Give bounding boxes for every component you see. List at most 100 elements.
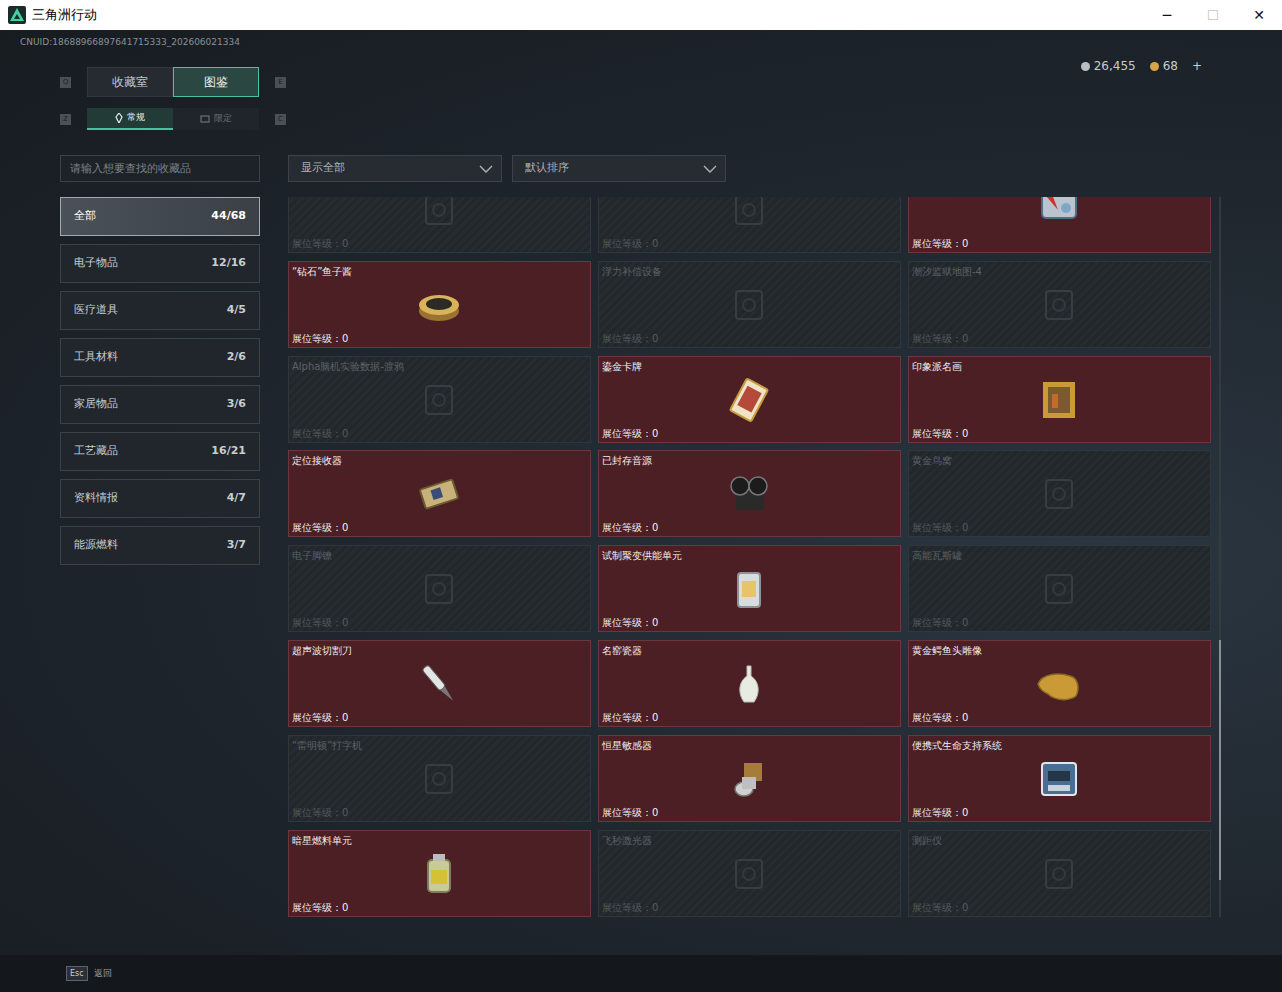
filter-dropdown[interactable]: 显示全部 <box>288 155 502 182</box>
tab-label: 图鉴 <box>204 73 228 91</box>
window-title: 三角洲行动 <box>32 5 1144 25</box>
item-name: 鎏金卡牌 <box>602 360 896 373</box>
title-bar: 三角洲行动─☐✕ <box>0 0 1282 30</box>
filter-dropdown[interactable]: 默认排序 <box>512 155 726 182</box>
item-stand-level: 展位等级：0 <box>292 237 586 250</box>
item-stand-level: 展位等级：0 <box>602 806 896 819</box>
item-name: 名窑瓷器 <box>602 644 896 657</box>
tab[interactable]: 限定 <box>173 108 259 130</box>
window-control[interactable]: ─ <box>1144 0 1190 30</box>
header-row: CNUID:18688966897641715333_2026060213342… <box>0 30 1282 67</box>
item-picture-icon <box>602 657 896 711</box>
item-picture-icon <box>292 278 586 332</box>
category-label: 工具材料 <box>74 349 118 366</box>
item-name: 潮汐监狱地图-4 <box>912 265 1206 278</box>
currency-item: 68 <box>1150 59 1178 73</box>
currency-amount: 26,455 <box>1094 59 1136 73</box>
collection-card[interactable]: 高能瓦斯罐展位等级：0 <box>908 545 1211 632</box>
collection-panel: 显示全部默认排序展位等级：0展位等级：0展位等级：0“钻石”鱼子酱展位等级：0浮… <box>288 155 1224 917</box>
scrollbar-thumb[interactable] <box>1219 640 1221 880</box>
esc-key[interactable]: Esc <box>66 966 88 981</box>
collection-card[interactable]: 飞秒激光器展位等级：0 <box>598 830 901 917</box>
item-name: 电子脚镣 <box>292 549 586 562</box>
item-stand-level: 展位等级：0 <box>292 427 586 440</box>
item-stand-level: 展位等级：0 <box>602 901 896 914</box>
item-stand-level: 展位等级：0 <box>602 237 896 250</box>
collection-card[interactable]: 恒星敏感器展位等级：0 <box>598 735 901 822</box>
collection-card[interactable]: 试制聚变供能单元展位等级：0 <box>598 545 901 632</box>
collection-card[interactable]: “雷明顿”打字机展位等级：0 <box>288 735 591 822</box>
collection-card[interactable]: 定位接收器展位等级：0 <box>288 450 591 537</box>
item-stand-level: 展位等级：0 <box>912 901 1206 914</box>
sidebar-item[interactable]: 资料情报4/7 <box>60 479 260 518</box>
collection-card[interactable]: 黄金鸟窝展位等级：0 <box>908 450 1211 537</box>
item-name: 黄金鸟窝 <box>912 454 1206 467</box>
sidebar-item[interactable]: 全部44/68 <box>60 197 260 236</box>
collection-grid: 展位等级：0展位等级：0展位等级：0“钻石”鱼子酱展位等级：0浮力补偿设备展位等… <box>288 197 1211 917</box>
collection-card[interactable]: 名窑瓷器展位等级：0 <box>598 640 901 727</box>
item-stand-level: 展位等级：0 <box>912 427 1206 440</box>
item-stand-level: 展位等级：0 <box>292 521 586 534</box>
item-picture-icon <box>292 562 586 616</box>
collection-card[interactable]: 浮力补偿设备展位等级：0 <box>598 261 901 348</box>
collection-card[interactable]: 便携式生命支持系统展位等级：0 <box>908 735 1211 822</box>
chevron-down-icon <box>703 165 717 173</box>
currency-item: 26,455 <box>1081 59 1136 73</box>
collection-card[interactable]: “钻石”鱼子酱展位等级：0 <box>288 261 591 348</box>
window-control: ☐ <box>1190 0 1236 30</box>
content-row: 全部44/68 电子物品12/16 医疗道具4/5 工具材料2/6 家居物品3/6 工艺藏… <box>0 155 1282 917</box>
item-picture-icon <box>912 278 1206 332</box>
collection-card[interactable]: Alpha脑机实验数据-渡鸦展位等级：0 <box>288 356 591 443</box>
collection-card[interactable]: 测距仪展位等级：0 <box>908 830 1211 917</box>
item-stand-level: 展位等级：0 <box>292 616 586 629</box>
item-picture-icon <box>292 373 586 427</box>
item-stand-level: 展位等级：0 <box>602 521 896 534</box>
tab-label: 收藏室 <box>112 73 148 91</box>
item-name: 飞秒激光器 <box>602 834 896 847</box>
item-picture-icon <box>602 847 896 901</box>
tab[interactable]: 收藏室 <box>87 67 173 97</box>
item-stand-level: 展位等级：0 <box>292 711 586 724</box>
game-window: CNUID:18688966897641715333_202606021334 2… <box>0 30 1282 992</box>
window-control[interactable]: ✕ <box>1236 0 1282 30</box>
collection-card[interactable]: 电子脚镣展位等级：0 <box>288 545 591 632</box>
add-currency-button[interactable]: + <box>1192 59 1202 73</box>
back-button[interactable]: 返回 <box>94 967 112 981</box>
item-name: 定位接收器 <box>292 454 586 467</box>
collection-card[interactable]: 超声波切割刀展位等级：0 <box>288 640 591 727</box>
limited-icon <box>200 114 210 124</box>
collection-card[interactable]: 潮汐监狱地图-4 展位等级：0 <box>908 261 1211 348</box>
collection-card[interactable]: 展位等级：0 <box>598 197 901 253</box>
collection-card[interactable]: 已封存音源展位等级：0 <box>598 450 901 537</box>
account-uid: CNUID:18688966897641715333_202606021334 <box>20 36 240 48</box>
item-picture-icon <box>602 752 896 806</box>
item-picture-icon <box>602 562 896 616</box>
sidebar-item[interactable]: 电子物品12/16 <box>60 244 260 283</box>
tab[interactable]: 常规 <box>87 108 173 130</box>
chevron-down-icon <box>479 165 493 173</box>
collection-card[interactable]: 暗星燃料单元展位等级：0 <box>288 830 591 917</box>
category-count: 12/16 <box>211 255 246 272</box>
collection-card[interactable]: 展位等级：0 <box>908 197 1211 253</box>
category-count: 44/68 <box>211 208 246 225</box>
tab[interactable]: 图鉴 <box>173 67 259 97</box>
item-name: 恒星敏感器 <box>602 739 896 752</box>
item-stand-level: 展位等级：0 <box>912 332 1206 345</box>
sidebar-item[interactable]: 工具材料2/6 <box>60 338 260 377</box>
collection-card[interactable]: 黄金鳄鱼头雕像展位等级：0 <box>908 640 1211 727</box>
collection-card[interactable]: 展位等级：0 <box>288 197 591 253</box>
sidebar-item[interactable]: 医疗道具4/5 <box>60 291 260 330</box>
item-name: “钻石”鱼子酱 <box>292 265 586 278</box>
item-picture-icon <box>602 467 896 521</box>
subtabs-row: Z常规限定C <box>0 108 1282 130</box>
sidebar-item[interactable]: 工艺藏品16/21 <box>60 432 260 471</box>
sidebar-item[interactable]: 能源燃料3/7 <box>60 526 260 565</box>
item-picture-icon <box>912 467 1206 521</box>
collection-card[interactable]: 印象派名画展位等级：0 <box>908 356 1211 443</box>
scrollbar[interactable] <box>1219 197 1221 917</box>
collection-card[interactable]: 鎏金卡牌展位等级：0 <box>598 356 901 443</box>
item-stand-level: 展位等级：0 <box>602 711 896 724</box>
search-input[interactable] <box>60 155 260 182</box>
sidebar-item[interactable]: 家居物品3/6 <box>60 385 260 424</box>
item-picture-icon <box>292 752 586 806</box>
